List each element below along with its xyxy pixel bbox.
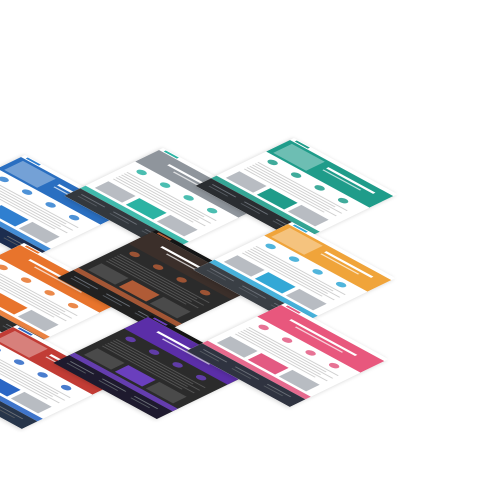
feature-icon	[11, 358, 27, 366]
feature-icon	[193, 373, 209, 382]
feature-icon	[18, 276, 34, 284]
feature-icon	[197, 288, 213, 297]
feature-icon	[66, 213, 82, 222]
feature-icon	[150, 263, 166, 271]
feature-icon	[170, 361, 185, 369]
feature-icon	[312, 184, 327, 192]
feature-icon	[288, 171, 304, 179]
feature-icon	[0, 345, 3, 354]
feature-icon	[263, 242, 278, 251]
feature-icon	[58, 383, 74, 392]
feature-icon	[43, 201, 58, 209]
feature-icon	[123, 335, 138, 344]
feature-icon	[127, 250, 142, 259]
feature-icon	[19, 188, 35, 196]
feature-icon	[174, 276, 189, 284]
feature-icon	[181, 194, 196, 202]
mockup-collage	[0, 0, 500, 500]
feature-icon	[303, 349, 318, 357]
feature-icon	[279, 336, 295, 344]
feature-icon	[256, 323, 271, 332]
feature-icon	[42, 289, 57, 297]
feature-icon	[65, 301, 81, 310]
feature-icon	[265, 158, 280, 167]
feature-icon	[335, 196, 351, 205]
feature-icon	[0, 263, 10, 272]
feature-icon	[35, 371, 50, 379]
feature-icon	[333, 280, 349, 289]
feature-icon	[134, 168, 149, 177]
feature-icon	[286, 255, 302, 263]
feature-icon	[204, 206, 220, 215]
feature-icon	[157, 181, 173, 189]
feature-icon	[326, 361, 342, 370]
feature-icon	[310, 268, 325, 276]
feature-icon	[0, 175, 11, 184]
feature-icon	[146, 348, 162, 356]
mockup-pink-app	[186, 303, 389, 407]
